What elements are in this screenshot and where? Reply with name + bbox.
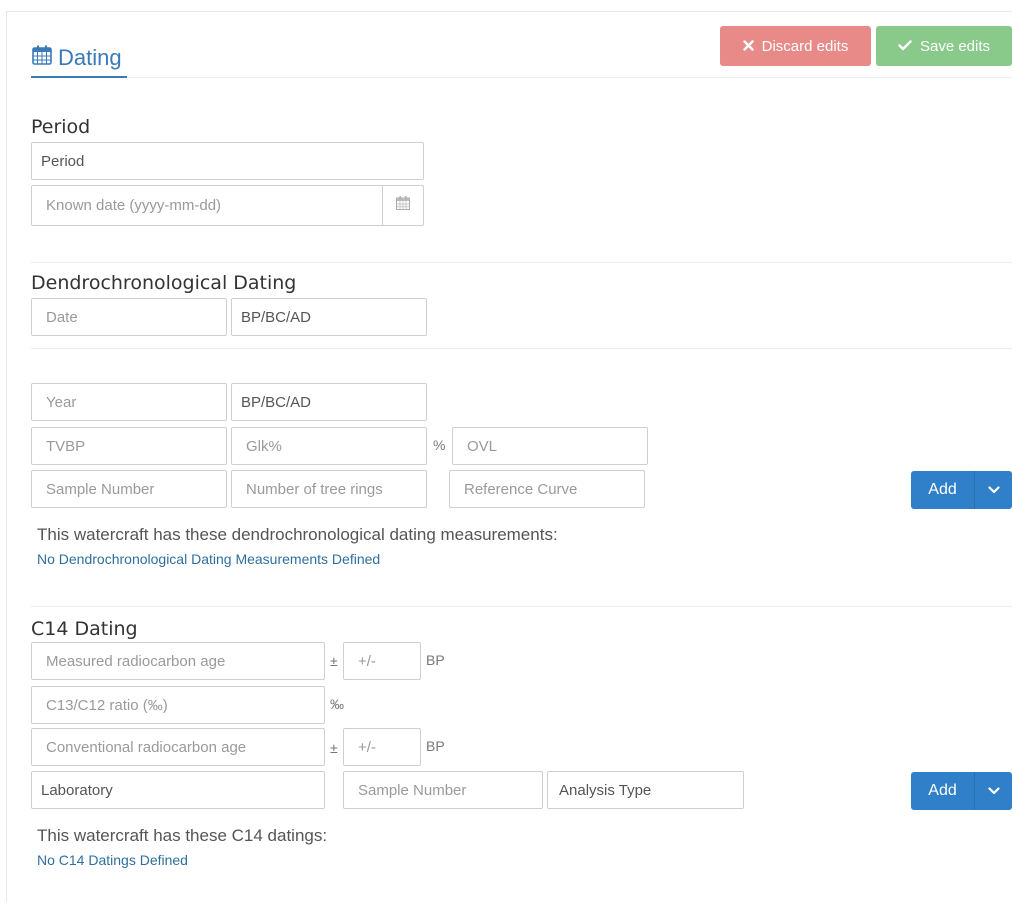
ovl-input[interactable]: OVL	[452, 427, 648, 465]
title-underline	[31, 76, 127, 78]
measured-age-error-input[interactable]: +/-	[343, 642, 421, 680]
page-title: Dating	[58, 45, 122, 70]
check-icon	[898, 38, 912, 55]
dendro-date-era-select[interactable]: BP/BC/AD	[231, 298, 427, 336]
header-divider	[127, 77, 1012, 78]
c14-add-label[interactable]: Add	[911, 772, 974, 810]
chevron-down-icon	[987, 782, 1000, 800]
period-input[interactable]: Period	[31, 142, 424, 180]
c14-sample-number-input[interactable]: Sample Number	[343, 771, 543, 809]
dendro-empty-message: No Dendrochronological Dating Measuremen…	[37, 551, 381, 567]
analysis-type-select[interactable]: Analysis Type	[547, 771, 744, 809]
dendro-heading: Dendrochronological Dating	[31, 272, 297, 294]
plus-minus-symbol: ±	[330, 653, 338, 669]
save-edits-button[interactable]: Save edits	[876, 26, 1012, 66]
section-title: Dating	[31, 40, 122, 76]
dendro-sample-number-input[interactable]: Sample Number	[31, 470, 227, 508]
date-picker-button[interactable]	[383, 185, 424, 226]
known-date-input[interactable]: Known date (yyyy-mm-dd)	[31, 185, 383, 226]
reference-curve-input[interactable]: Reference Curve	[449, 470, 645, 508]
divider	[31, 348, 1012, 349]
close-icon	[742, 38, 754, 55]
conventional-age-input[interactable]: Conventional radiocarbon age	[31, 728, 325, 766]
chevron-down-icon	[987, 481, 1000, 499]
tree-rings-input[interactable]: Number of tree rings	[231, 470, 427, 508]
glk-input[interactable]: Glk%	[231, 427, 427, 465]
conventional-age-error-input[interactable]: +/-	[343, 728, 421, 766]
dendro-year-input[interactable]: Year	[31, 383, 227, 421]
glk-percent-suffix: %	[433, 437, 446, 453]
measured-age-input[interactable]: Measured radiocarbon age	[31, 642, 325, 680]
measured-age-unit: BP	[426, 652, 445, 668]
dendro-add-button[interactable]: Add	[911, 471, 1012, 509]
plus-minus-symbol: ±	[330, 740, 338, 756]
dendro-add-label[interactable]: Add	[911, 471, 974, 509]
c13-c12-ratio-input[interactable]: C13/C12 ratio (‰)	[31, 686, 325, 724]
discard-edits-label: Discard edits	[761, 37, 849, 55]
dendro-info-text: This watercraft has these dendrochronolo…	[37, 525, 558, 544]
divider	[31, 606, 1012, 607]
c14-add-button[interactable]: Add	[911, 772, 1012, 810]
tvbp-input[interactable]: TVBP	[31, 427, 227, 465]
dendro-add-dropdown-toggle[interactable]	[974, 471, 1012, 509]
c14-heading: C14 Dating	[31, 618, 138, 640]
divider	[31, 262, 1012, 263]
calendar-icon	[31, 44, 53, 72]
conventional-age-unit: BP	[426, 738, 445, 754]
discard-edits-button[interactable]: Discard edits	[720, 26, 871, 66]
period-heading: Period	[31, 116, 91, 138]
dendro-year-era-select[interactable]: BP/BC/AD	[231, 383, 427, 421]
save-edits-label: Save edits	[919, 37, 991, 55]
ratio-unit: ‰	[330, 696, 344, 712]
laboratory-input[interactable]: Laboratory	[31, 771, 325, 809]
dendro-date-input[interactable]: Date	[31, 298, 227, 336]
c14-add-dropdown-toggle[interactable]	[974, 772, 1012, 810]
c14-empty-message: No C14 Datings Defined	[37, 852, 188, 868]
c14-info-text: This watercraft has these C14 datings:	[37, 826, 328, 845]
calendar-icon	[395, 195, 411, 216]
